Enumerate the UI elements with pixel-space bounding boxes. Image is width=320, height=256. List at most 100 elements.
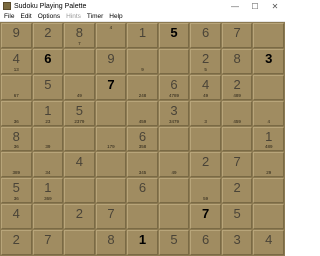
sudoku-cell-r8c5[interactable] (127, 204, 158, 230)
cell-candidates: 459 (233, 118, 241, 124)
sudoku-cell-r9c2[interactable]: 7 (32, 230, 64, 255)
sudoku-cell-r6c6[interactable]: 49 (158, 152, 190, 178)
sudoku-cell-r5c2[interactable]: 39 (32, 126, 64, 152)
sudoku-cell-r6c8[interactable]: 7 (221, 152, 253, 178)
cell-candidates: 67 (13, 92, 19, 98)
sudoku-cell-r4c2[interactable]: 1 23 (32, 100, 64, 126)
sudoku-cell-r9c1[interactable]: 2 (1, 230, 32, 255)
close-button[interactable]: ✕ (265, 0, 285, 12)
sudoku-cell-r4c3[interactable]: 5 2379 (64, 100, 95, 126)
cell-value: 4 (12, 206, 20, 222)
sudoku-cell-r9c5[interactable]: 1 (127, 230, 158, 255)
sudoku-cell-r2c4[interactable]: 9 (95, 48, 127, 74)
sudoku-cell-r4c5[interactable]: 459 (127, 100, 158, 126)
sudoku-cell-r1c6[interactable]: 5 (158, 23, 190, 48)
sudoku-cell-r7c2[interactable]: 1 369 (32, 178, 64, 204)
sudoku-cell-r4c8[interactable]: 459 (221, 100, 253, 126)
sudoku-cell-r3c3[interactable]: 49 (64, 74, 95, 100)
sudoku-cell-r1c8[interactable]: 7 (221, 23, 253, 48)
sudoku-cell-r8c2[interactable] (32, 204, 64, 230)
sudoku-cell-r8c8[interactable]: 5 (221, 204, 253, 230)
sudoku-cell-r2c5[interactable]: 9 (127, 48, 158, 74)
sudoku-cell-r3c1[interactable]: 67 (1, 74, 32, 100)
sudoku-cell-r2c7[interactable]: 25 (190, 48, 221, 74)
sudoku-cell-r7c4[interactable] (95, 178, 127, 204)
sudoku-cell-r9c7[interactable]: 6 (190, 230, 221, 255)
sudoku-cell-r7c5[interactable]: 6 (127, 178, 158, 204)
menu-file[interactable]: File (4, 13, 14, 20)
sudoku-cell-r2c9[interactable]: 3 (253, 48, 284, 74)
sudoku-cell-r7c6[interactable] (158, 178, 190, 204)
sudoku-cell-r8c7[interactable]: 7 (190, 204, 221, 230)
menu-hints[interactable]: Hints (66, 13, 81, 20)
sudoku-cell-r1c3[interactable]: 87 (64, 23, 95, 48)
cell-candidates: 29 (266, 170, 272, 176)
sudoku-cell-r7c9[interactable] (253, 178, 284, 204)
sudoku-cell-r1c4[interactable]: 4 (95, 23, 127, 48)
sudoku-cell-r6c7[interactable]: 2 (190, 152, 221, 178)
cell-candidates: 7 (78, 40, 81, 46)
sudoku-cell-r4c4[interactable] (95, 100, 127, 126)
sudoku-cell-r4c6[interactable]: 3 3479 (158, 100, 190, 126)
sudoku-cell-r1c1[interactable]: 9 (1, 23, 32, 48)
sudoku-cell-r6c5[interactable]: 345 (127, 152, 158, 178)
sudoku-cell-r1c5[interactable]: 1 (127, 23, 158, 48)
sudoku-cell-r8c3[interactable]: 2 (64, 204, 95, 230)
sudoku-cell-r5c8[interactable] (221, 126, 253, 152)
sudoku-cell-r1c7[interactable]: 6 (190, 23, 221, 48)
sudoku-cell-r5c1[interactable]: 8 36 (1, 126, 32, 152)
menu-bar: File Edit Options Hints Timer Help (0, 12, 285, 22)
sudoku-cell-r4c1[interactable]: 36 (1, 100, 32, 126)
sudoku-cell-r7c7[interactable]: 59 (190, 178, 221, 204)
sudoku-cell-r3c6[interactable]: 6 4789 (158, 74, 190, 100)
cell-value: 6 (201, 25, 210, 40)
sudoku-cell-r6c2[interactable]: 34 (32, 152, 64, 178)
sudoku-cell-r7c8[interactable]: 2 (221, 178, 253, 204)
sudoku-cell-r9c3[interactable] (64, 230, 95, 255)
sudoku-cell-r2c1[interactable]: 4 13 (1, 48, 32, 74)
sudoku-cell-r8c9[interactable] (253, 204, 284, 230)
menu-edit[interactable]: Edit (20, 13, 31, 20)
menu-help[interactable]: Help (109, 13, 122, 20)
sudoku-cell-r9c6[interactable]: 5 (158, 230, 190, 255)
sudoku-cell-r6c3[interactable]: 4 (64, 152, 95, 178)
sudoku-cell-r2c8[interactable]: 8 (221, 48, 253, 74)
sudoku-cell-r5c3[interactable] (64, 126, 95, 152)
cell-candidates: 4 (267, 118, 270, 124)
sudoku-cell-r8c6[interactable] (158, 204, 190, 230)
sudoku-cell-r9c4[interactable]: 8 (95, 230, 127, 255)
sudoku-cell-r7c3[interactable] (64, 178, 95, 204)
menu-timer[interactable]: Timer (87, 13, 103, 20)
sudoku-cell-r3c5[interactable]: 248 (127, 74, 158, 100)
sudoku-cell-r9c8[interactable]: 3 (221, 230, 253, 255)
maximize-button[interactable]: ☐ (245, 0, 265, 12)
sudoku-cell-r5c5[interactable]: 6 358 (127, 126, 158, 152)
sudoku-cell-r4c7[interactable]: 3 (190, 100, 221, 126)
minimize-button[interactable]: — (225, 0, 245, 12)
sudoku-cell-r3c4[interactable]: 7 (95, 74, 127, 100)
sudoku-cell-r2c2[interactable]: 6 (32, 48, 64, 74)
sudoku-cell-r4c9[interactable]: 4 (253, 100, 284, 126)
sudoku-cell-r5c9[interactable]: 1 489 (253, 126, 284, 152)
sudoku-cell-r9c9[interactable]: 4 (253, 230, 284, 255)
sudoku-cell-r8c4[interactable]: 7 (95, 204, 127, 230)
sudoku-cell-r5c4[interactable]: 179 (95, 126, 127, 152)
sudoku-cell-r8c1[interactable]: 4 (1, 204, 32, 230)
sudoku-cell-r5c7[interactable] (190, 126, 221, 152)
sudoku-cell-r7c1[interactable]: 5 36 (1, 178, 32, 204)
sudoku-cell-r2c6[interactable] (158, 48, 190, 74)
sudoku-cell-r5c6[interactable] (158, 126, 190, 152)
sudoku-cell-r6c4[interactable] (95, 152, 127, 178)
cell-value: 5 (75, 102, 83, 118)
sudoku-cell-r3c2[interactable]: 5 (32, 74, 64, 100)
sudoku-cell-r1c2[interactable]: 2 (32, 23, 64, 48)
sudoku-cell-r3c9[interactable] (253, 74, 284, 100)
sudoku-cell-r6c1[interactable]: 389 (1, 152, 32, 178)
sudoku-cell-r3c8[interactable]: 2 489 (221, 74, 253, 100)
sudoku-cell-r6c9[interactable]: 29 (253, 152, 284, 178)
sudoku-cell-r3c7[interactable]: 4 49 (190, 74, 221, 100)
menu-options[interactable]: Options (38, 13, 60, 20)
sudoku-cell-r1c9[interactable] (253, 23, 284, 48)
cell-candidates: 59 (203, 196, 209, 202)
sudoku-cell-r2c3[interactable] (64, 48, 95, 74)
